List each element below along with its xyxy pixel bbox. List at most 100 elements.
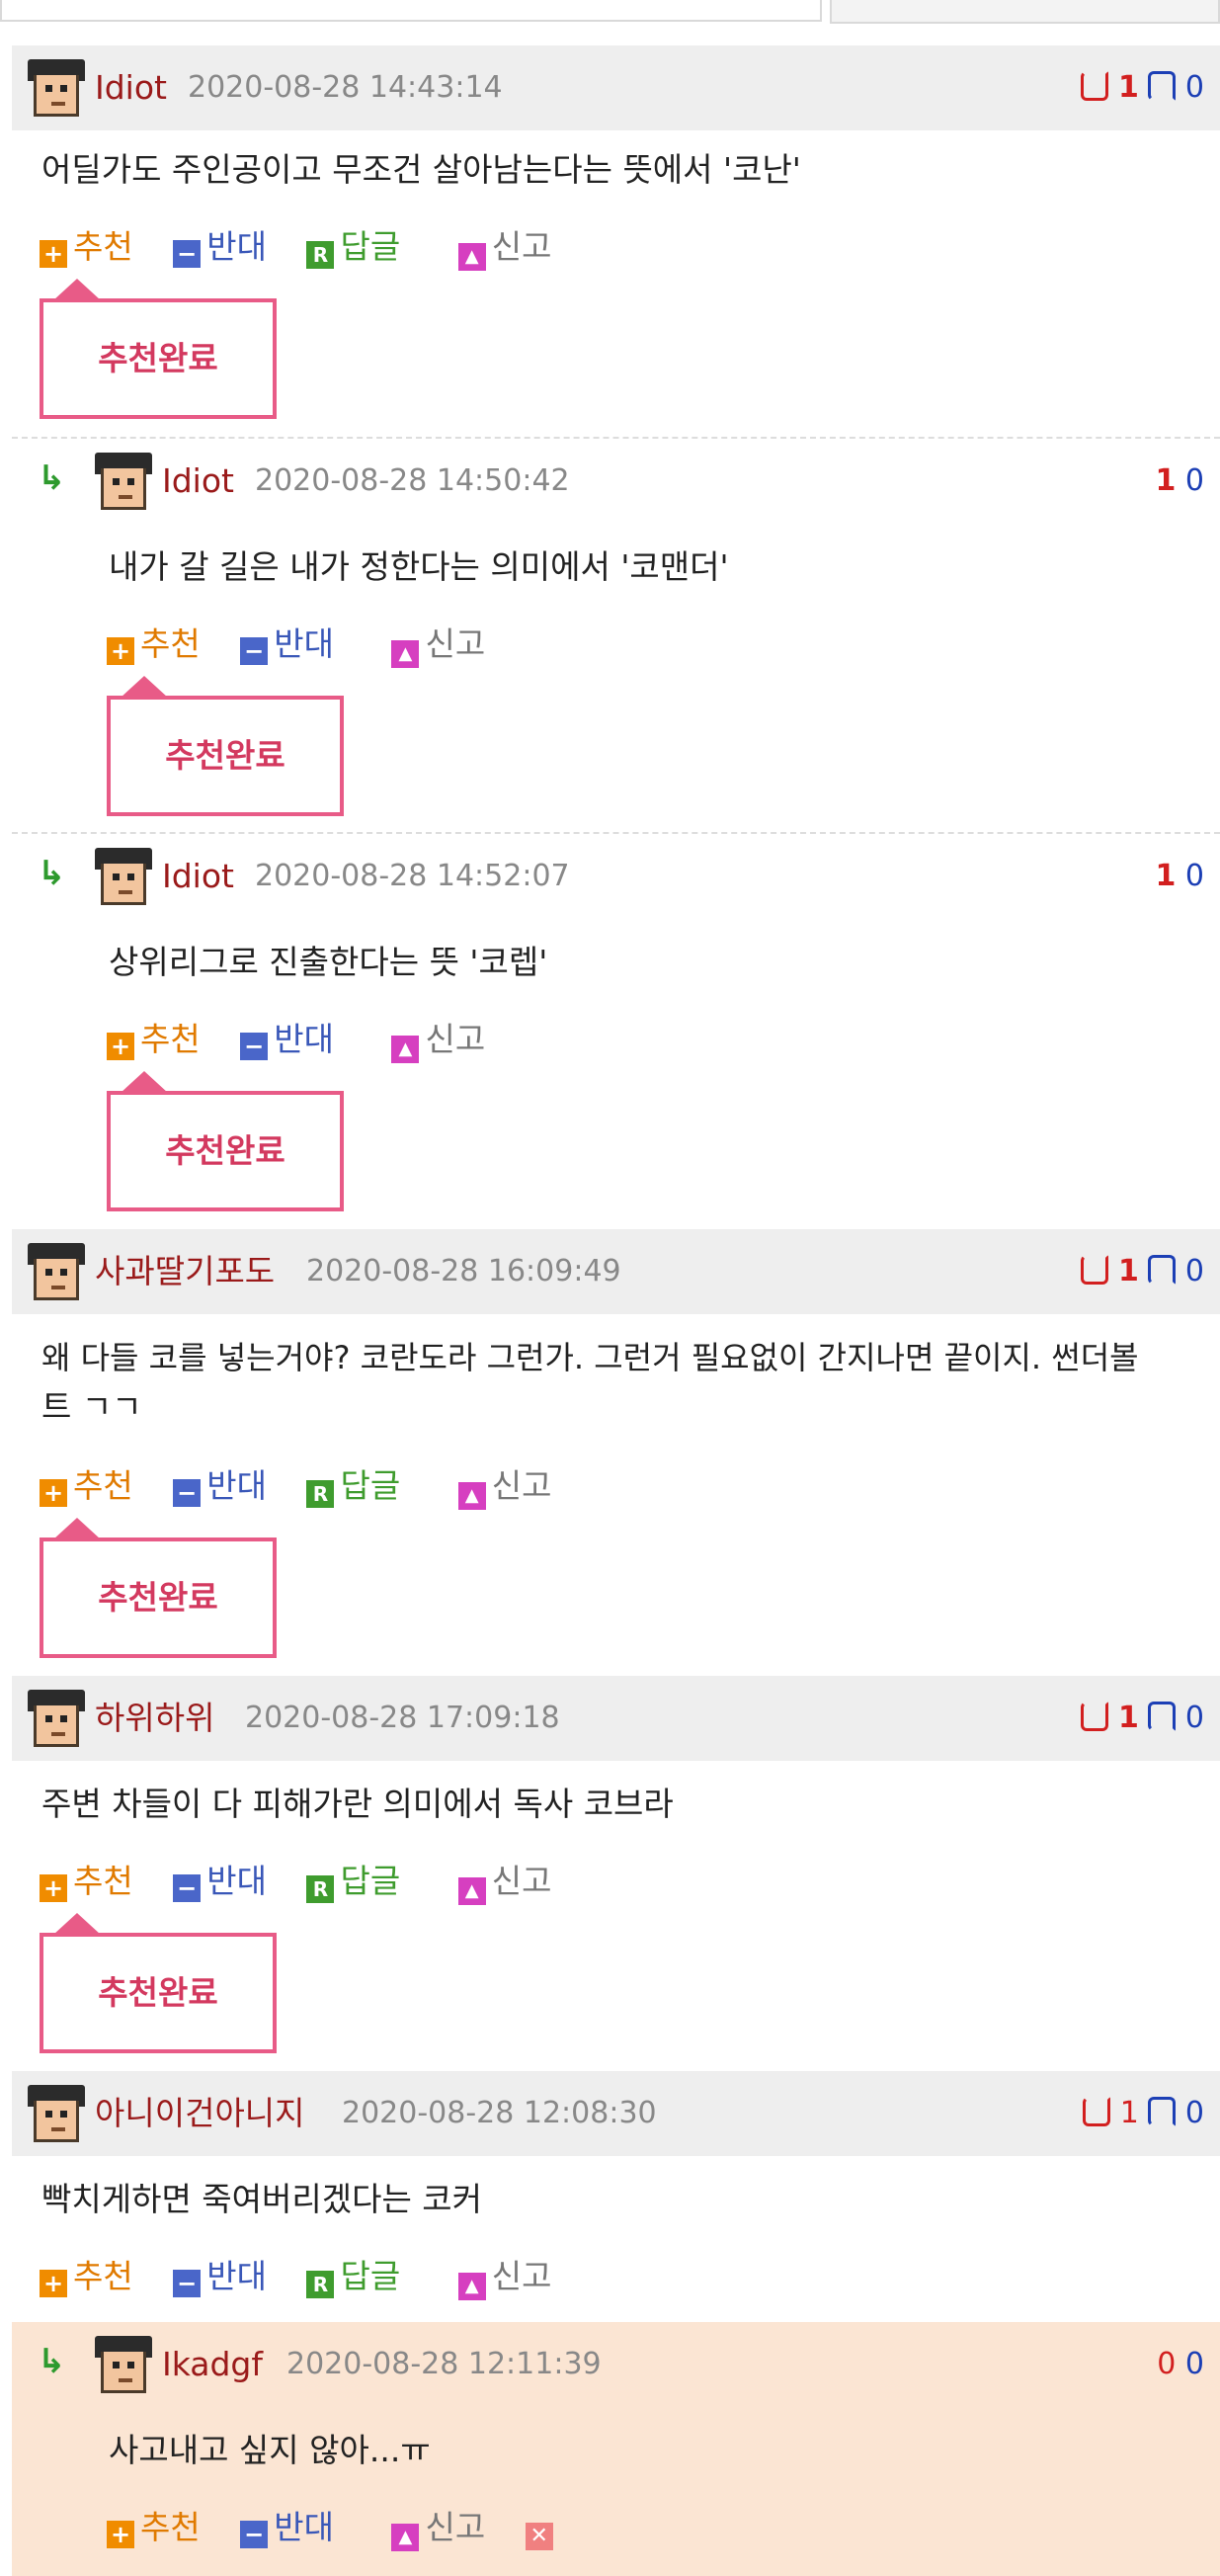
nickname[interactable]: Ikadgf: [162, 2322, 263, 2407]
nickname[interactable]: 하위하위: [95, 1676, 214, 1761]
thumbs-down-icon: [1148, 1702, 1177, 1731]
plus-icon: +: [107, 1033, 134, 1060]
downvote-count: 0: [1184, 2096, 1204, 2130]
reply-arrow-icon: ↳: [38, 854, 66, 893]
reply-label: 답글: [340, 227, 401, 266]
reply-label: 답글: [340, 1862, 401, 1900]
report-button[interactable]: ▲ 신고: [457, 1464, 551, 1510]
nickname[interactable]: 아니이건아니지: [95, 2071, 305, 2156]
report-label: 신고: [425, 2508, 486, 2546]
avatar: [28, 2085, 85, 2142]
recommend-button[interactable]: + 추천: [40, 2255, 133, 2298]
comment-text: 상위리그로 진출한다는 뜻 '코렙': [109, 943, 548, 981]
report-button[interactable]: ▲ 신고: [457, 1860, 551, 1905]
minus-icon: −: [240, 2521, 269, 2548]
vote-counts: 1 0: [1081, 1676, 1204, 1761]
nickname[interactable]: 사과딸기포도: [95, 1229, 275, 1314]
report-label: 신고: [491, 2257, 552, 2295]
comment-text-line1: 왜 다들 코를 넣는거야? 코란도라 그런가. 그런거 필요없이 간지나면 끝이…: [41, 1339, 1139, 1376]
oppose-button[interactable]: − 반대: [173, 1860, 267, 1903]
report-button[interactable]: ▲ 신고: [457, 225, 552, 271]
upvote-count: 1: [1117, 1254, 1139, 1288]
plus-icon: +: [40, 1874, 67, 1902]
oppose-button[interactable]: − 반대: [173, 2255, 267, 2298]
recommend-button[interactable]: + 추천: [40, 225, 133, 269]
avatar: [95, 848, 152, 905]
vote-counts: 1 0: [1083, 2071, 1204, 2156]
upvote-count: 1: [1117, 70, 1139, 105]
recommend-label: 추천: [140, 1020, 201, 1058]
reply-arrow-icon: ↳: [38, 2342, 66, 2381]
avatar: [28, 1690, 85, 1747]
upvote-count: 1: [1119, 2096, 1139, 2130]
reply-button[interactable]: R 답글: [306, 225, 400, 269]
recommended-tooltip: 추천완료: [107, 1071, 344, 1211]
recommended-text: 추천완료: [165, 1131, 285, 1170]
recommend-label: 추천: [73, 1862, 133, 1900]
reply-label: 답글: [340, 2257, 401, 2295]
nickname[interactable]: Idiot: [162, 834, 234, 919]
report-label: 신고: [491, 227, 552, 266]
top-right-box[interactable]: [830, 0, 1220, 24]
downvote-count: 0: [1184, 1254, 1204, 1288]
reply-label: 답글: [340, 1466, 401, 1505]
comment-text: 빡치게하면 죽여버리겠다는 코커: [41, 2180, 483, 2218]
minus-icon: −: [240, 637, 269, 665]
recommend-button[interactable]: + 추천: [107, 1018, 201, 1061]
reply-button[interactable]: R 답글: [306, 1860, 400, 1903]
top-input-box[interactable]: [0, 0, 822, 22]
report-label: 신고: [425, 1020, 486, 1058]
report-button[interactable]: ▲ 신고: [391, 2506, 485, 2551]
downvote-count: 0: [1184, 2347, 1204, 2381]
nickname[interactable]: Idiot: [162, 439, 234, 524]
oppose-label: 반대: [206, 227, 267, 266]
timestamp: 2020-08-28 14:52:07: [255, 859, 570, 893]
downvote-count: 0: [1184, 1701, 1204, 1735]
delete-x-icon: ✕: [525, 2523, 553, 2550]
comment-actions: + 추천 − 반대 R 답글 ▲ 신고: [40, 1464, 581, 1510]
oppose-button[interactable]: − 반대: [173, 225, 267, 269]
report-siren-icon: ▲: [457, 1877, 486, 1905]
comment-header: ↳ Idiot 2020-08-28 14:50:42 1 0: [12, 439, 1220, 524]
nickname[interactable]: Idiot: [95, 45, 167, 130]
oppose-button[interactable]: − 반대: [240, 1018, 334, 1061]
recommend-button[interactable]: + 추천: [107, 623, 201, 666]
minus-icon: −: [173, 1874, 202, 1902]
reply-arrow-icon: ↳: [38, 458, 66, 498]
recommended-tooltip: 추천완료: [107, 676, 344, 816]
recommend-button[interactable]: + 추천: [40, 1860, 133, 1903]
top-bar: [0, 0, 1220, 24]
recommend-button[interactable]: + 추천: [40, 1464, 133, 1508]
reply-button[interactable]: R 답글: [306, 1464, 400, 1508]
upvote-count: 1: [1155, 859, 1177, 893]
delete-button[interactable]: ✕: [525, 2506, 559, 2550]
comment-text: 사고내고 싶지 않아...ㅠ: [109, 2431, 431, 2469]
thumbs-up-icon: [1081, 1255, 1109, 1285]
avatar: [95, 2336, 152, 2393]
oppose-button[interactable]: − 반대: [173, 1464, 267, 1508]
report-button[interactable]: ▲ 신고: [391, 623, 485, 668]
oppose-label: 반대: [274, 1020, 334, 1058]
oppose-label: 반대: [274, 624, 334, 663]
comment-header: 사과딸기포도 2020-08-28 16:09:49 1 0: [12, 1229, 1220, 1314]
recommend-button[interactable]: + 추천: [107, 2506, 201, 2549]
oppose-label: 반대: [206, 1862, 267, 1900]
reply-button[interactable]: R 답글: [306, 2255, 400, 2298]
report-siren-icon: ▲: [391, 2524, 420, 2551]
report-siren-icon: ▲: [457, 243, 486, 271]
report-button[interactable]: ▲ 신고: [457, 2255, 552, 2300]
recommend-label: 추천: [140, 624, 201, 663]
thumbs-down-icon: [1148, 1255, 1177, 1285]
report-button[interactable]: ▲ 신고: [391, 1018, 485, 1063]
comment-text: 주변 차들이 다 피해가란 의미에서 독사 코브라: [41, 1785, 674, 1823]
recommend-label: 추천: [140, 2508, 201, 2546]
timestamp: 2020-08-28 17:09:18: [245, 1701, 560, 1735]
oppose-button[interactable]: − 반대: [240, 2506, 334, 2549]
oppose-button[interactable]: − 반대: [240, 623, 334, 666]
recommend-label: 추천: [73, 227, 133, 266]
comment-header: ↳ Ikadgf 2020-08-28 12:11:39 0 0: [12, 2322, 1220, 2407]
vote-counts: 1 0: [1081, 45, 1204, 130]
report-siren-icon: ▲: [391, 1036, 420, 1063]
upvote-count: 1: [1155, 463, 1177, 498]
plus-icon: +: [40, 240, 67, 268]
